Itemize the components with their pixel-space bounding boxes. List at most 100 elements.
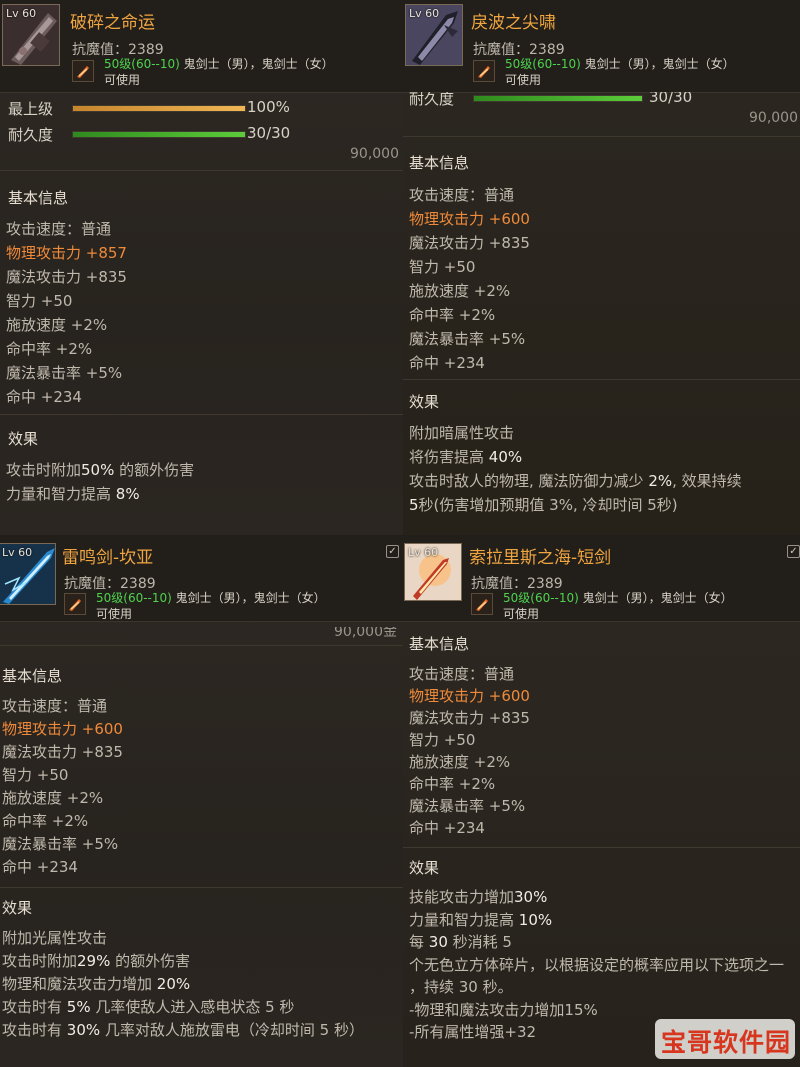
effect-line: -物理和魔法攻击力增加15%: [409, 1000, 598, 1019]
item-icon: Lv 60: [0, 543, 56, 605]
stat-line: 魔法攻击力 +835: [2, 743, 123, 761]
stat-line: 智力 +50: [2, 766, 69, 784]
stat-line: 物理攻击力 +857: [6, 244, 127, 262]
grade-bar-fill: [73, 106, 245, 111]
item-icon: Lv 60: [404, 543, 462, 601]
stat-line: 智力 +50: [409, 258, 476, 276]
tooltip-header: Lv 60 雷鸣剑-坎亚 ✓ 抗魔值：2389 50级(60--10) 鬼剑士（…: [0, 535, 403, 622]
stat-line: 魔法暴击率 +5%: [2, 835, 119, 853]
stat-line: 魔法攻击力 +835: [409, 234, 530, 252]
effect-line: 力量和智力提高 8%: [6, 485, 140, 503]
divider: [403, 847, 800, 848]
effect-line: 攻击时附加29% 的额外伤害: [2, 952, 191, 970]
item-title: 雷鸣剑-坎亚: [62, 548, 154, 568]
class-icon: [72, 60, 94, 82]
stat-line: 命中 +234: [409, 354, 485, 372]
required-level: 50级(60--10): [104, 57, 180, 71]
item-title: 破碎之命运: [70, 13, 155, 33]
tooltip-header: Lv 60 戾波之尖啸 抗魔值：2389 50级(60--10) 鬼剑士（男），…: [403, 0, 800, 93]
effect-title: 效果: [8, 430, 39, 448]
requirement: 50级(60--10) 鬼剑士（男），鬼剑士（女）: [503, 589, 733, 606]
usable-status: 可使用: [505, 73, 542, 87]
durability-label: 耐久度: [8, 126, 54, 144]
grade-value: 100%: [247, 98, 290, 116]
stat-line: 命中率 +2%: [409, 775, 496, 793]
grade-label: 最上级: [8, 100, 54, 118]
divider: [0, 170, 403, 171]
tooltip-header: Lv 60 破碎之命运 抗魔值：2389 50级(60--10) 鬼剑士（男），…: [0, 0, 403, 93]
effect-title: 效果: [409, 393, 440, 411]
usable-status: 可使用: [96, 607, 133, 621]
sell-price: 90,000: [749, 110, 798, 126]
basic-info-title: 基本信息: [8, 189, 69, 207]
effect-line: ，持续 30 秒。: [409, 978, 513, 996]
stat-line: 施放速度 +2%: [409, 753, 511, 771]
grade-bar: [72, 105, 246, 112]
basic-info-title: 基本信息: [409, 154, 470, 172]
favorite-checkbox-icon[interactable]: ✓: [386, 545, 399, 558]
durability-row: 耐久度 30/30: [8, 124, 388, 146]
tooltip-header: Lv 60 索拉里斯之海-短剑 ✓ 抗魔值：2389 50级(60--10) 鬼…: [403, 535, 800, 622]
basic-info-title: 基本信息: [409, 635, 470, 653]
favorite-checkbox-icon[interactable]: ✓: [787, 545, 800, 558]
required-classes: 鬼剑士（男），鬼剑士（女）: [582, 591, 733, 605]
effect-line: 5秒(伤害增加预期值 3%, 冷却时间 5秒): [409, 496, 678, 514]
required-classes: 鬼剑士（男），鬼剑士（女）: [183, 57, 334, 71]
effect-line: -所有属性增强+32: [409, 1023, 537, 1041]
effect-line: 技能攻击力增加30%: [409, 888, 548, 906]
stat-line: 攻击速度：普通: [409, 186, 515, 204]
effect-line: 物理和魔法攻击力增加 20%: [2, 975, 191, 993]
required-level: 50级(60--10): [505, 57, 581, 71]
effect-line: 攻击时有 5% 几率使敌人进入感电状态 5 秒: [2, 998, 295, 1016]
stat-line: 命中率 +2%: [2, 812, 89, 830]
item-icon: Lv 60: [2, 4, 60, 66]
stat-line: 命中 +234: [2, 858, 78, 876]
divider: [403, 136, 800, 137]
effect-line: 攻击时敌人的物理, 魔法防御力减少 2%, 效果持续: [409, 472, 742, 490]
effect-line: 将伤害提高 40%: [409, 448, 523, 466]
stat-line: 魔法攻击力 +835: [409, 709, 530, 727]
stat-line: 物理攻击力 +600: [409, 687, 530, 705]
stat-line: 物理攻击力 +600: [2, 720, 123, 738]
stat-line: 魔法暴击率 +5%: [6, 364, 123, 382]
requirement: 50级(60--10) 鬼剑士（男），鬼剑士（女）: [505, 55, 735, 72]
usable-status: 可使用: [503, 607, 540, 621]
stat-line: 攻击速度：普通: [2, 697, 108, 715]
class-icon: [471, 593, 493, 615]
stat-line: 物理攻击力 +600: [409, 210, 530, 228]
effect-line: 攻击时有 30% 几率对敌人施放雷电（冷却时间 5 秒）: [2, 1021, 364, 1039]
stat-line: 魔法攻击力 +835: [6, 268, 127, 286]
durability-bar: [72, 131, 246, 138]
effect-line: 附加光属性攻击: [2, 929, 108, 947]
divider: [0, 645, 403, 646]
stat-line: 命中率 +2%: [409, 306, 496, 324]
class-icon: [64, 593, 86, 615]
sell-price: 90,000金: [334, 624, 397, 640]
effect-line: 攻击时附加50% 的额外伤害: [6, 461, 195, 479]
required-classes: 鬼剑士（男），鬼剑士（女）: [175, 591, 326, 605]
item-tooltip-3: Lv 60 雷鸣剑-坎亚 ✓ 抗魔值：2389 50级(60--10) 鬼剑士（…: [0, 535, 403, 1067]
stat-line: 魔法暴击率 +5%: [409, 797, 526, 815]
item-icon: Lv 60: [405, 4, 463, 66]
item-tooltip-1: Lv 60 破碎之命运 抗魔值：2389 50级(60--10) 鬼剑士（男），…: [0, 0, 403, 535]
stat-line: 攻击速度：普通: [6, 220, 112, 238]
item-tooltip-2: Lv 60 戾波之尖啸 抗魔值：2389 50级(60--10) 鬼剑士（男），…: [403, 0, 800, 535]
stat-line: 施放速度 +2%: [409, 282, 511, 300]
effect-title: 效果: [2, 899, 33, 917]
divider: [0, 414, 403, 415]
effect-line: 每 30 秒消耗 5: [409, 933, 512, 951]
usable-status: 可使用: [104, 73, 141, 87]
durability-value: 30/30: [247, 124, 291, 142]
effect-line: 力量和智力提高 10%: [409, 910, 553, 929]
basic-info-title: 基本信息: [2, 667, 63, 685]
stat-line: 智力 +50: [409, 731, 476, 749]
item-title: 索拉里斯之海-短剑: [469, 548, 612, 568]
effect-title: 效果: [409, 859, 440, 877]
stat-line: 命中 +234: [409, 819, 485, 837]
requirement: 50级(60--10) 鬼剑士（男），鬼剑士（女）: [104, 55, 334, 72]
grade-row: 最上级 100%: [8, 98, 388, 120]
item-tooltip-4: Lv 60 索拉里斯之海-短剑 ✓ 抗魔值：2389 50级(60--10) 鬼…: [403, 535, 800, 1067]
stat-line: 攻击速度：普通: [409, 665, 515, 683]
item-title: 戾波之尖啸: [471, 13, 556, 33]
stat-line: 魔法暴击率 +5%: [409, 330, 526, 348]
